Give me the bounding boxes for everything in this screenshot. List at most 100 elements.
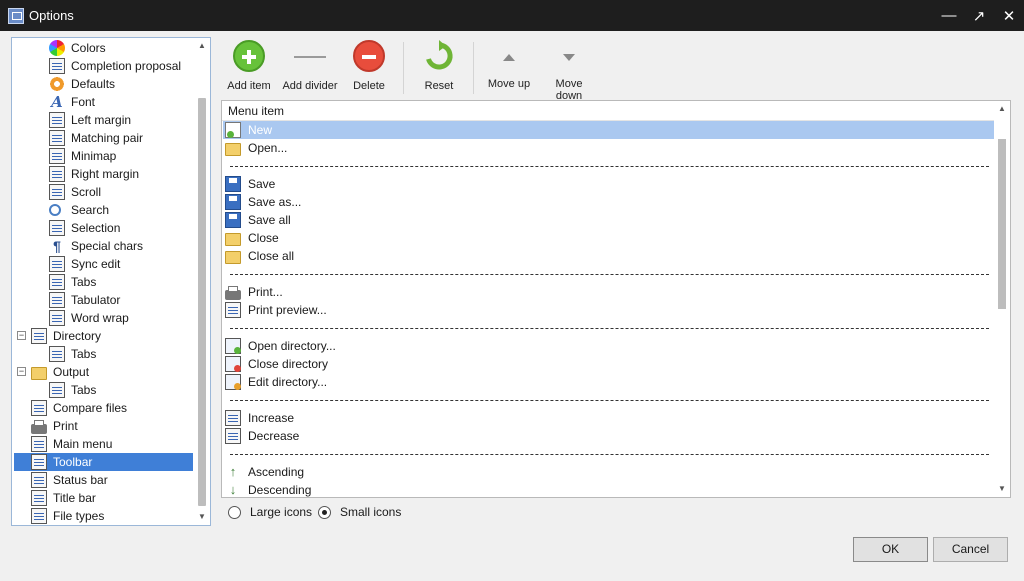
move-up-button[interactable]: Move up xyxy=(484,40,534,90)
tree-item[interactable]: Compare files xyxy=(31,399,127,417)
large-icons-radio[interactable]: Large icons xyxy=(228,505,312,519)
menu-divider[interactable] xyxy=(230,328,989,329)
scroll-down-arrow-icon[interactable]: ▼ xyxy=(194,509,210,525)
menu-item-row[interactable]: Close all xyxy=(223,247,994,265)
tree-item-label: Matching pair xyxy=(71,131,144,145)
menu-item-row[interactable]: New xyxy=(223,121,994,139)
menu-item-row[interactable]: Increase xyxy=(223,409,994,427)
defaults-icon xyxy=(49,76,65,92)
tree-item[interactable]: Directory xyxy=(31,327,101,345)
tree-item[interactable]: A Font xyxy=(49,93,95,111)
cancel-button[interactable]: Cancel xyxy=(933,537,1008,562)
tree-item-label: Search xyxy=(71,203,110,217)
small-icons-label: Small icons xyxy=(340,505,402,519)
add-item-button[interactable]: Add item xyxy=(224,40,274,92)
reset-button[interactable]: Reset xyxy=(414,40,464,92)
move-down-button[interactable]: Move down xyxy=(542,40,596,102)
minimize-icon[interactable]: — xyxy=(934,0,964,31)
tree-item-label: Colors xyxy=(71,41,106,55)
menu-item-label: Save as... xyxy=(248,195,302,209)
tree-item[interactable]: Sync edit xyxy=(49,255,120,273)
small-icons-radio[interactable]: Small icons xyxy=(318,505,401,519)
tree-item[interactable]: ¶ Special chars xyxy=(49,237,143,255)
scroll-up-arrow-icon[interactable]: ▲ xyxy=(994,101,1010,117)
large-icons-label: Large icons xyxy=(250,505,313,519)
menu-item-row[interactable]: Print... xyxy=(223,283,994,301)
tree-item[interactable]: Word wrap xyxy=(49,309,129,327)
menu-divider[interactable] xyxy=(230,400,989,401)
list-column-header[interactable]: Menu item xyxy=(222,101,995,121)
move-down-icon xyxy=(563,54,575,61)
menu-item-list[interactable]: Menu item ▲ ▼ New Open... Save Save as... Sa… xyxy=(221,100,1011,498)
tree-item-label: Output xyxy=(53,365,90,379)
tree-item-label: Defaults xyxy=(71,77,116,91)
tabs-icon xyxy=(49,274,65,290)
menu-divider[interactable] xyxy=(230,274,989,275)
scroll-up-arrow-icon[interactable]: ▲ xyxy=(194,38,210,54)
tree-item-label: Main menu xyxy=(53,437,113,451)
tree-item[interactable]: Toolbar xyxy=(14,453,193,471)
tree-item[interactable]: Scroll xyxy=(49,183,101,201)
print-preview-icon xyxy=(225,302,241,318)
tree-item[interactable]: Right margin xyxy=(49,165,139,183)
scroll-thumb[interactable] xyxy=(198,98,206,506)
tree-item[interactable]: Colors xyxy=(49,39,106,57)
tree-item[interactable]: Print xyxy=(31,417,78,435)
options-tree[interactable]: ▲ ▼ Colors Completion proposal Defaults A Fo… xyxy=(11,37,211,526)
menu-item-row[interactable]: Close directory xyxy=(223,355,994,373)
menu-item-row[interactable]: Save as... xyxy=(223,193,994,211)
tree-item[interactable]: Minimap xyxy=(49,147,116,165)
open-folder-icon xyxy=(225,142,241,156)
menu-item-row[interactable]: Print preview... xyxy=(223,301,994,319)
tree-item[interactable]: Left margin xyxy=(49,111,131,129)
tree-item[interactable]: Output xyxy=(31,363,89,381)
menu-item-row[interactable]: Open... xyxy=(223,139,994,157)
tree-item[interactable]: Main menu xyxy=(31,435,112,453)
maximize-icon[interactable]: ↗ xyxy=(964,0,994,31)
edit-directory-icon xyxy=(225,374,241,390)
menu-item-row[interactable]: Save xyxy=(223,175,994,193)
menu-item-row[interactable]: Decrease xyxy=(223,427,994,445)
menu-item-row[interactable]: Edit directory... xyxy=(223,373,994,391)
menu-item-label: Ascending xyxy=(248,465,305,479)
tree-item[interactable]: Selection xyxy=(49,219,120,237)
collapse-toggle-icon[interactable]: − xyxy=(17,331,26,340)
tree-item[interactable]: Tabs xyxy=(49,345,96,363)
menu-item-row[interactable]: ↓ Descending xyxy=(223,481,994,497)
radio-circle-checked[interactable] xyxy=(318,505,331,519)
radio-circle[interactable] xyxy=(228,505,241,519)
save-all-icon xyxy=(225,212,241,228)
close-icon[interactable]: ✕ xyxy=(994,0,1024,31)
delete-button[interactable]: Delete xyxy=(344,40,394,92)
menu-divider[interactable] xyxy=(230,454,989,455)
tree-item[interactable]: Title bar xyxy=(31,489,96,507)
add-divider-button[interactable]: Add divider xyxy=(282,40,338,92)
tree-item[interactable]: Defaults xyxy=(49,75,115,93)
compare-files-icon xyxy=(31,400,47,416)
ok-button[interactable]: OK xyxy=(853,537,928,562)
tree-item[interactable]: Tabs xyxy=(49,273,96,291)
main-menu-icon xyxy=(31,436,47,452)
tree-item[interactable]: Status bar xyxy=(31,471,108,489)
menu-item-row[interactable]: Save all xyxy=(223,211,994,229)
tree-scrollbar[interactable]: ▲ ▼ xyxy=(194,38,210,525)
menu-item-row[interactable]: Open directory... xyxy=(223,337,994,355)
tree-item[interactable]: Tabs xyxy=(49,381,96,399)
tree-item[interactable]: Search xyxy=(49,201,109,219)
collapse-toggle-icon[interactable]: − xyxy=(17,367,26,376)
scroll-thumb[interactable] xyxy=(998,139,1006,309)
tree-item[interactable]: Tabulator xyxy=(49,291,120,309)
save-icon xyxy=(225,176,241,192)
divider-icon xyxy=(294,40,326,72)
menu-item-row[interactable]: Close xyxy=(223,229,994,247)
menu-item-label: Close all xyxy=(248,249,295,263)
menu-item-label: Descending xyxy=(248,483,312,497)
menu-divider[interactable] xyxy=(230,166,989,167)
menu-item-row[interactable]: ↑ Ascending xyxy=(223,463,994,481)
tree-item[interactable]: Matching pair xyxy=(49,129,143,147)
scroll-down-arrow-icon[interactable]: ▼ xyxy=(994,481,1010,497)
menu-item-label: Open... xyxy=(248,141,288,155)
tree-item[interactable]: File types xyxy=(31,507,104,525)
tree-item[interactable]: Completion proposal xyxy=(49,57,181,75)
list-scrollbar[interactable]: ▲ ▼ xyxy=(994,101,1010,497)
